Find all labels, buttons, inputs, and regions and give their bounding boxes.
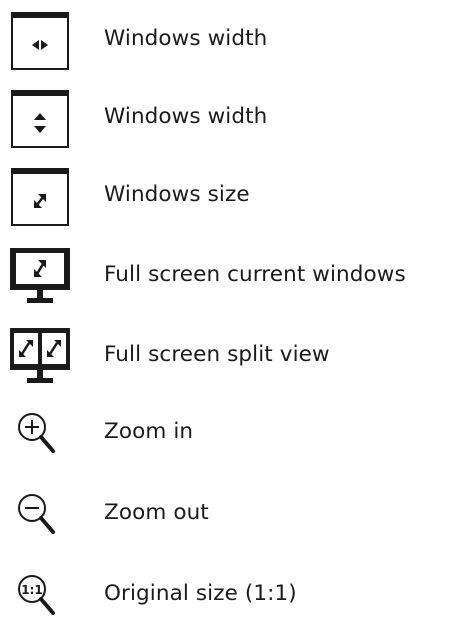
original-size-icon-text: 1:1 <box>21 583 43 597</box>
full-screen-current-window-icon <box>8 246 72 306</box>
window-size-icon <box>8 166 72 226</box>
legend-label: Windows width <box>104 104 268 129</box>
window-width-horizontal-icon <box>8 10 72 70</box>
legend-item-zoom-in: Zoom in <box>0 403 465 463</box>
legend-item-zoom-out: Zoom out <box>0 484 465 544</box>
legend-item-window-width-vertical: Windows width <box>0 88 465 148</box>
legend-label: Windows width <box>104 26 268 51</box>
legend-label: Windows size <box>104 182 250 207</box>
zoom-in-icon <box>8 403 72 463</box>
legend-label: Zoom in <box>104 419 194 444</box>
legend-item-window-size: Windows size <box>0 166 465 226</box>
full-screen-split-view-icon <box>8 326 72 386</box>
legend-label: Full screen current windows <box>104 262 406 287</box>
legend-label: Full screen split view <box>104 342 330 367</box>
legend-item-window-width-horizontal: Windows width <box>0 10 465 70</box>
legend-label: Zoom out <box>104 500 209 525</box>
window-width-vertical-icon <box>8 88 72 148</box>
legend-item-original-size: 1:1 Original size (1:1) <box>0 565 465 625</box>
legend-item-full-screen-split: Full screen split view <box>0 326 465 386</box>
legend-label: Original size (1:1) <box>104 581 297 606</box>
zoom-out-icon <box>8 484 72 544</box>
original-size-icon: 1:1 <box>8 565 72 625</box>
legend-item-full-screen-current: Full screen current windows <box>0 246 465 306</box>
